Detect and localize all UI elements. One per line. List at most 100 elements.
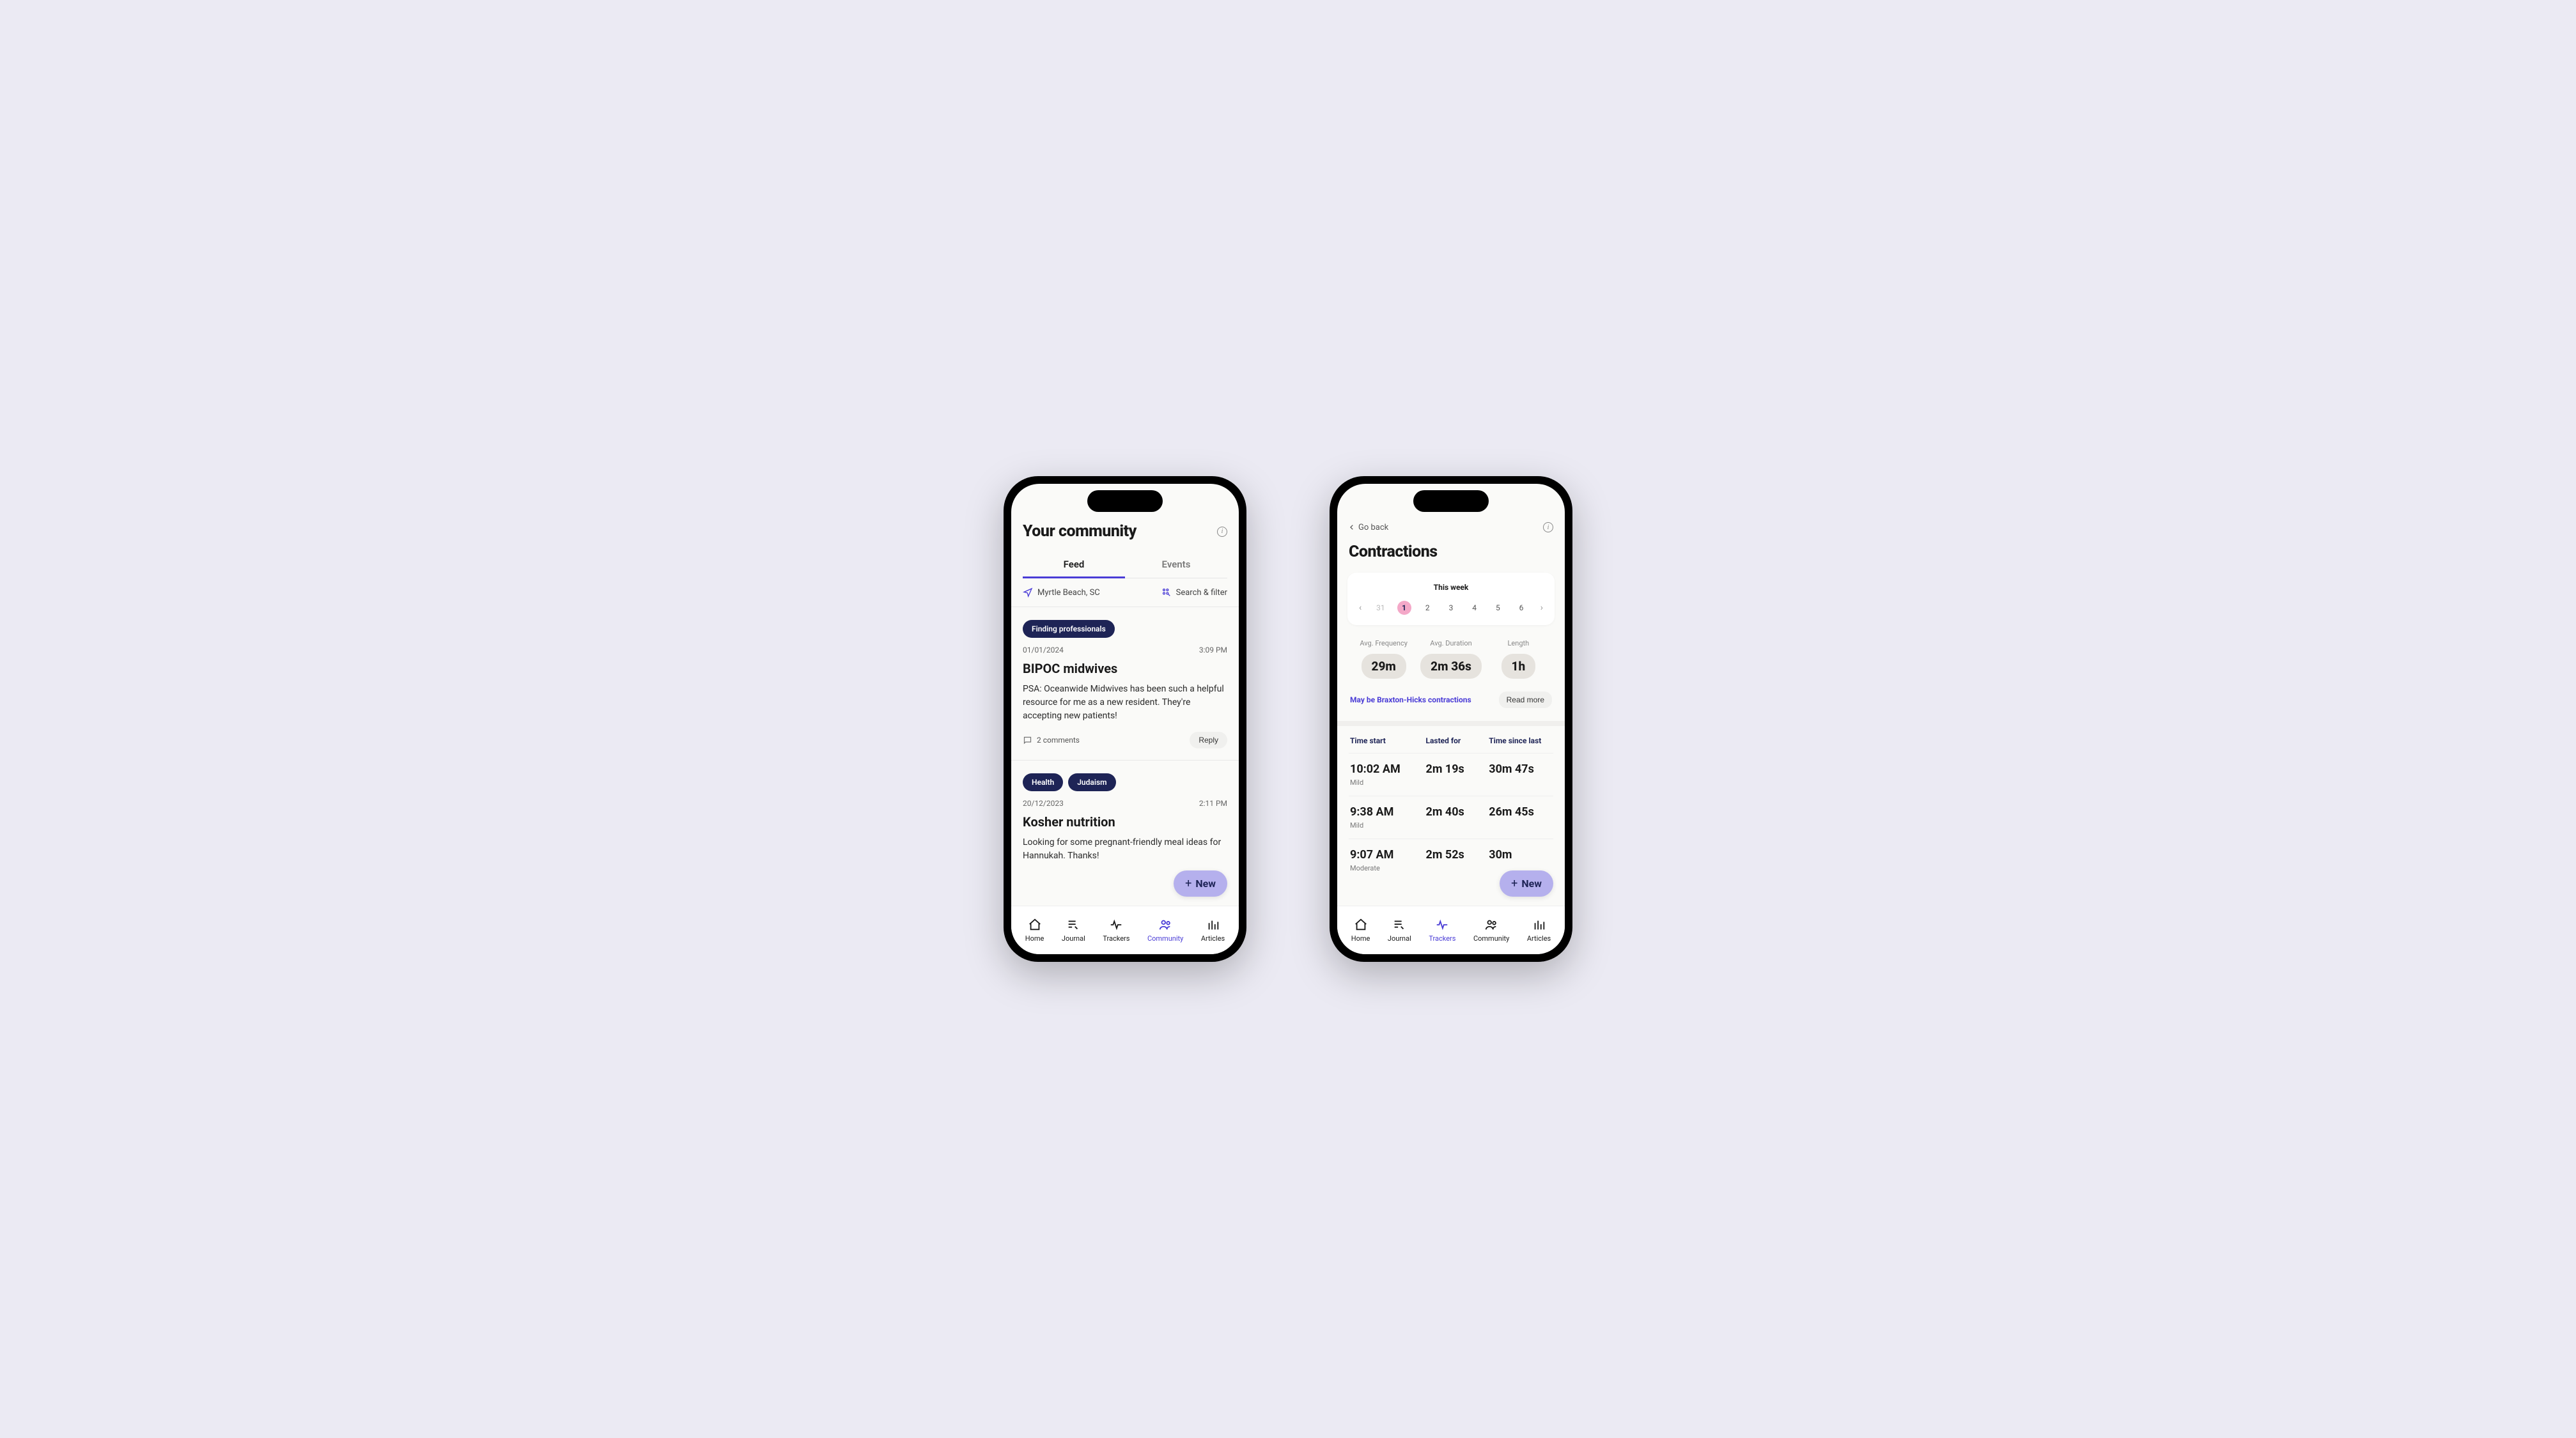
post-time: 3:09 PM [1199,646,1227,654]
trackers-icon [1108,918,1124,932]
post-tags: Health Judaism [1023,773,1227,791]
nav-trackers[interactable]: Trackers [1103,918,1129,943]
search-filter-button[interactable]: Search & filter [1161,587,1227,598]
location-text: Myrtle Beach, SC [1037,588,1100,598]
next-week-button[interactable]: › [1538,603,1546,613]
community-icon [1158,918,1173,932]
section-gap [1337,721,1565,726]
read-more-button[interactable]: Read more [1499,692,1552,708]
nav-home[interactable]: Home [1351,918,1370,943]
nav-label: Community [1473,934,1509,943]
back-label: Go back [1358,523,1388,532]
header: Your community i [1023,522,1227,541]
articles-icon [1206,918,1221,932]
nav-label: Trackers [1429,934,1455,943]
col-header-lasted: Lasted for [1426,736,1489,745]
nav-label: Trackers [1103,934,1129,943]
comments-count: 2 comments [1037,736,1080,745]
post-tags: Finding professionals [1023,620,1227,638]
week-label: This week [1356,583,1546,592]
nav-label: Articles [1201,934,1225,943]
info-icon[interactable]: i [1217,527,1227,537]
tab-feed[interactable]: Feed [1023,552,1125,578]
new-contraction-button[interactable]: + New [1500,870,1553,897]
nav-journal[interactable]: Journal [1062,918,1085,943]
journal-icon [1392,918,1407,932]
post-meta: 01/01/2024 3:09 PM [1023,646,1227,654]
row-since: 26m 45s [1489,805,1552,819]
content-area: Your community i Feed Events Myrtle Beac… [1011,484,1239,906]
post-time: 2:11 PM [1199,799,1227,808]
back-button[interactable]: Go back [1349,523,1388,532]
nav-articles[interactable]: Articles [1527,918,1551,943]
feed-post[interactable]: Health Judaism 20/12/2023 2:11 PM Kosher… [1023,761,1227,883]
feed-post[interactable]: Finding professionals 01/01/2024 3:09 PM… [1023,607,1227,760]
tab-events[interactable]: Events [1125,552,1227,578]
post-tag[interactable]: Finding professionals [1023,620,1115,638]
home-icon [1027,918,1043,932]
stat-value: 29m [1362,654,1406,679]
contraction-row[interactable]: 10:02 AM Mild 2m 19s 30m 47s [1349,753,1553,796]
stat-label: Length [1485,639,1552,647]
week-selector-card: This week ‹ 31 1 2 3 4 5 6 › [1347,573,1555,625]
contraction-row[interactable]: 9:38 AM Mild 2m 40s 26m 45s [1349,796,1553,839]
prev-week-button[interactable]: ‹ [1356,603,1364,613]
post-body: Looking for some pregnant-friendly meal … [1023,836,1227,863]
stat-value: 1h [1501,654,1536,679]
stat-avg-duration: Avg. Duration 2m 36s [1417,639,1484,679]
day-button[interactable]: 2 [1420,601,1434,615]
nav-journal[interactable]: Journal [1388,918,1411,943]
row-intensity: Mild [1350,778,1426,787]
articles-icon [1532,918,1547,932]
chevron-left-icon [1349,524,1355,530]
row-intensity: Mild [1350,821,1426,830]
nav-label: Home [1351,934,1370,943]
row-time: 9:07 AM [1350,848,1426,862]
post-date: 01/01/2024 [1023,646,1064,654]
fab-label: New [1195,877,1216,890]
nav-community[interactable]: Community [1147,918,1183,943]
info-icon[interactable]: i [1543,522,1553,532]
nav-label: Journal [1062,934,1085,943]
day-button-selected[interactable]: 1 [1397,601,1411,615]
row-lasted: 2m 52s [1426,848,1489,862]
reply-button[interactable]: Reply [1190,732,1227,748]
post-meta: 20/12/2023 2:11 PM [1023,799,1227,808]
row-intensity: Moderate [1350,864,1426,872]
comment-icon [1023,736,1032,745]
stat-avg-frequency: Avg. Frequency 29m [1350,639,1417,679]
nav-trackers[interactable]: Trackers [1429,918,1455,943]
plus-icon: + [1511,877,1517,890]
post-title: BIPOC midwives [1023,661,1227,676]
nav-community[interactable]: Community [1473,918,1509,943]
new-post-button[interactable]: + New [1174,870,1227,897]
row-since: 30m [1489,848,1552,862]
stats-row: Avg. Frequency 29m Avg. Duration 2m 36s … [1349,625,1553,688]
filter-icon [1161,587,1172,598]
plus-icon: + [1185,877,1191,890]
day-button[interactable]: 3 [1444,601,1458,615]
note-text: May be Braxton-Hicks contractions [1350,695,1471,704]
col-header-time: Time start [1350,736,1426,745]
filter-row: Myrtle Beach, SC Search & filter [1023,578,1227,607]
nav-home[interactable]: Home [1025,918,1044,943]
day-button[interactable]: 4 [1468,601,1482,615]
location-selector[interactable]: Myrtle Beach, SC [1023,587,1100,598]
nav-articles[interactable]: Articles [1201,918,1225,943]
page-title: Contractions [1349,543,1553,561]
post-tag[interactable]: Health [1023,773,1063,791]
header: Go back i [1349,522,1553,532]
day-button[interactable]: 6 [1514,601,1528,615]
day-button[interactable]: 5 [1491,601,1505,615]
table-header: Time start Lasted for Time since last [1349,726,1553,753]
page-title: Your community [1023,522,1137,541]
screen-trackers: Go back i Contractions This week ‹ 31 1 … [1337,484,1565,954]
stat-value: 2m 36s [1420,654,1482,679]
post-actions: 2 comments Reply [1023,732,1227,748]
comments-link[interactable]: 2 comments [1023,736,1080,745]
row-time: 9:38 AM [1350,805,1426,819]
post-tag[interactable]: Judaism [1068,773,1115,791]
community-icon [1484,918,1499,932]
day-button[interactable]: 31 [1374,601,1388,615]
nav-label: Articles [1527,934,1551,943]
